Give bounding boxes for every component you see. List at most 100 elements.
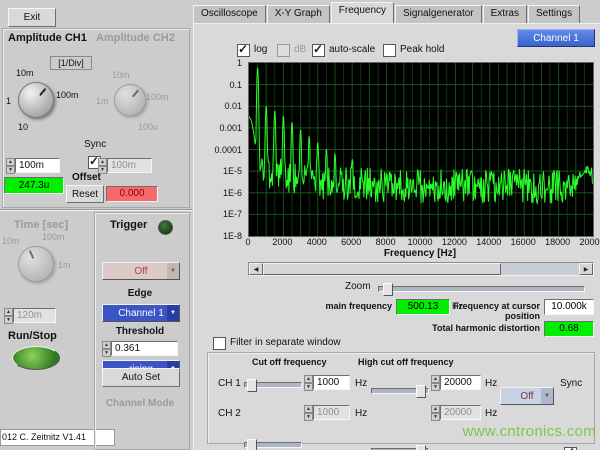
time-spinner[interactable]: ▲▼ 120m xyxy=(4,308,56,323)
trigger-mode-dropdown[interactable]: Off ▼ xyxy=(102,262,180,280)
filter-window-checkbox[interactable] xyxy=(213,337,226,350)
ch1-low-cutoff-slider[interactable] xyxy=(244,382,302,388)
ch1-high-cutoff-spinner[interactable]: ▲▼ 20000 xyxy=(431,375,481,390)
offset-reset-label: Reset xyxy=(72,189,98,200)
auto-set-button[interactable]: Auto Set xyxy=(102,368,180,387)
ch2-high-slider-thumb[interactable] xyxy=(416,445,426,450)
tab-oscilloscope[interactable]: Oscilloscope xyxy=(193,5,266,24)
tab-extras[interactable]: Extras xyxy=(483,5,527,24)
ch1-low-cutoff-value[interactable]: 1000 xyxy=(313,375,350,390)
spinner-arrows-icon[interactable]: ▲▼ xyxy=(98,158,107,173)
ch1-amplitude-value[interactable]: 100m xyxy=(15,158,60,173)
ch2-low-cutoff-spinner[interactable]: ▲▼ 1000 xyxy=(304,405,350,420)
thd-label: Total harmonic distortion xyxy=(400,323,540,333)
ch2-amplitude-knob[interactable] xyxy=(114,84,146,116)
ch1-low-slider-thumb[interactable] xyxy=(247,379,257,392)
tab-settings[interactable]: Settings xyxy=(528,5,580,24)
knob-pointer-icon xyxy=(132,89,139,97)
ch1-scale-left: 1 xyxy=(6,96,11,106)
time-knob[interactable] xyxy=(18,246,54,282)
zoom-slider[interactable] xyxy=(378,286,585,292)
ch2-low-cutoff-value[interactable]: 1000 xyxy=(313,405,350,420)
scrollbar-right-arrow-icon[interactable]: ▶ xyxy=(579,263,593,275)
spinner-arrows-icon[interactable]: ▲▼ xyxy=(431,405,440,420)
x-axis-tick: 0 xyxy=(245,237,250,247)
ch2-knob-group: 10m 100m 1m 100u xyxy=(96,66,182,152)
spectrum-svg xyxy=(249,63,593,236)
spinner-arrows-icon[interactable]: ▲▼ xyxy=(431,375,440,390)
y-axis-tick: 0.1 xyxy=(229,80,242,90)
spinner-arrows-icon[interactable]: ▲▼ xyxy=(102,341,111,356)
db-checkbox[interactable] xyxy=(277,44,290,57)
ch2-low-unit: Hz xyxy=(355,408,367,419)
filter-window-label: Filter in separate window xyxy=(230,337,341,348)
cursor-frequency-field[interactable]: 10.000k xyxy=(544,299,594,315)
y-axis-tick: 1E-7 xyxy=(223,209,242,219)
ch1-measure-display: 247.3u xyxy=(4,177,64,194)
x-axis-labels: 0200040006000800010000120001400016000180… xyxy=(248,237,592,247)
autoscale-checkbox-group: auto-scale xyxy=(312,44,375,60)
tab-xy-graph[interactable]: X-Y Graph xyxy=(267,5,330,24)
chevron-down-icon: ▼ xyxy=(541,388,553,404)
thd-display: 0.68 xyxy=(544,321,594,337)
scrollbar-left-arrow-icon[interactable]: ◀ xyxy=(249,263,263,275)
ch2-amplitude-value[interactable]: 100m xyxy=(107,158,152,173)
filter-mode-dropdown[interactable]: Off ▼ xyxy=(500,387,554,405)
spinner-arrows-icon[interactable]: ▲▼ xyxy=(4,308,13,323)
run-stop-button[interactable] xyxy=(12,346,60,370)
x-axis-tick: 10000 xyxy=(407,237,432,247)
zoom-slider-thumb[interactable] xyxy=(383,283,393,296)
spinner-arrows-icon[interactable]: ▲▼ xyxy=(6,158,15,173)
ch1-high-slider-thumb[interactable] xyxy=(416,385,426,398)
section-divider xyxy=(0,209,192,211)
time-value[interactable]: 120m xyxy=(13,308,56,323)
threshold-value[interactable]: 0.361 xyxy=(111,341,178,356)
trigger-source-dropdown[interactable]: Channel 1 ▼ xyxy=(102,304,180,322)
ch2-high-cutoff-value[interactable]: 20000 xyxy=(440,405,481,420)
spinner-arrows-icon[interactable]: ▲▼ xyxy=(304,405,313,420)
low-cutoff-header: Cut off frequency xyxy=(252,357,327,367)
y-axis-tick: 0.001 xyxy=(219,123,242,133)
y-axis-tick: 0.0001 xyxy=(214,145,242,155)
auto-set-label: Auto Set xyxy=(122,372,160,383)
ch2-low-slider-thumb[interactable] xyxy=(247,439,257,450)
ch1-amplitude-spinner[interactable]: ▲▼ 100m xyxy=(6,158,60,173)
exit-button[interactable]: Exit xyxy=(8,8,56,27)
ch2-high-cutoff-spinner[interactable]: ▲▼ 20000 xyxy=(431,405,481,420)
filter-mode-value: Off xyxy=(520,391,533,402)
scrollbar-track[interactable] xyxy=(501,263,579,275)
ch1-high-cutoff-value[interactable]: 20000 xyxy=(440,375,481,390)
ch1-amplitude-knob[interactable] xyxy=(18,82,54,118)
peakhold-checkbox[interactable] xyxy=(383,44,396,57)
scrollbar-thumb[interactable] xyxy=(263,263,501,275)
y-axis-tick: 1E-5 xyxy=(223,166,242,176)
tab-signalgenerator[interactable]: Signalgenerator xyxy=(395,5,482,24)
autoscale-label: auto-scale xyxy=(329,44,375,55)
offset-reset-button[interactable]: Reset xyxy=(66,185,104,203)
log-checkbox[interactable] xyxy=(237,44,250,57)
spinner-arrows-icon[interactable]: ▲▼ xyxy=(304,375,313,390)
threshold-spinner[interactable]: ▲▼ 0.361 xyxy=(102,341,178,356)
db-checkbox-group: dB xyxy=(277,44,306,60)
amplitude-ch1-title: Amplitude CH1 xyxy=(8,32,87,44)
ch1-high-unit: Hz xyxy=(485,378,497,389)
spectrum-plot[interactable] xyxy=(248,62,594,237)
peakhold-checkbox-group: Peak hold xyxy=(383,44,444,60)
y-axis-labels: 10.10.010.0010.00011E-51E-61E-71E-8 xyxy=(193,62,245,235)
tab-bar: Oscilloscope X-Y Graph Frequency Signalg… xyxy=(193,3,581,24)
trigger-mode-value: Off xyxy=(134,266,147,277)
ch2-low-cutoff-slider[interactable] xyxy=(244,442,302,448)
channel-select-button[interactable]: Channel 1 xyxy=(517,29,595,47)
tab-frequency[interactable]: Frequency xyxy=(331,2,394,24)
knob-pointer-icon xyxy=(29,250,35,259)
time-scale-left: 10m xyxy=(2,236,20,246)
ch1-high-cutoff-slider[interactable] xyxy=(371,388,429,394)
plot-scrollbar[interactable]: ◀ ▶ xyxy=(248,262,594,276)
ch1-low-cutoff-spinner[interactable]: ▲▼ 1000 xyxy=(304,375,350,390)
autoscale-checkbox[interactable] xyxy=(312,44,325,57)
ch2-scale-left: 1m xyxy=(96,96,109,106)
ch2-amplitude-spinner[interactable]: ▲▼ 100m xyxy=(98,158,152,173)
ch1-scale-bottom: 10 xyxy=(18,122,28,132)
ch1-low-unit: Hz xyxy=(355,378,367,389)
time-knob-group: 10m 100m 1m xyxy=(2,232,90,302)
